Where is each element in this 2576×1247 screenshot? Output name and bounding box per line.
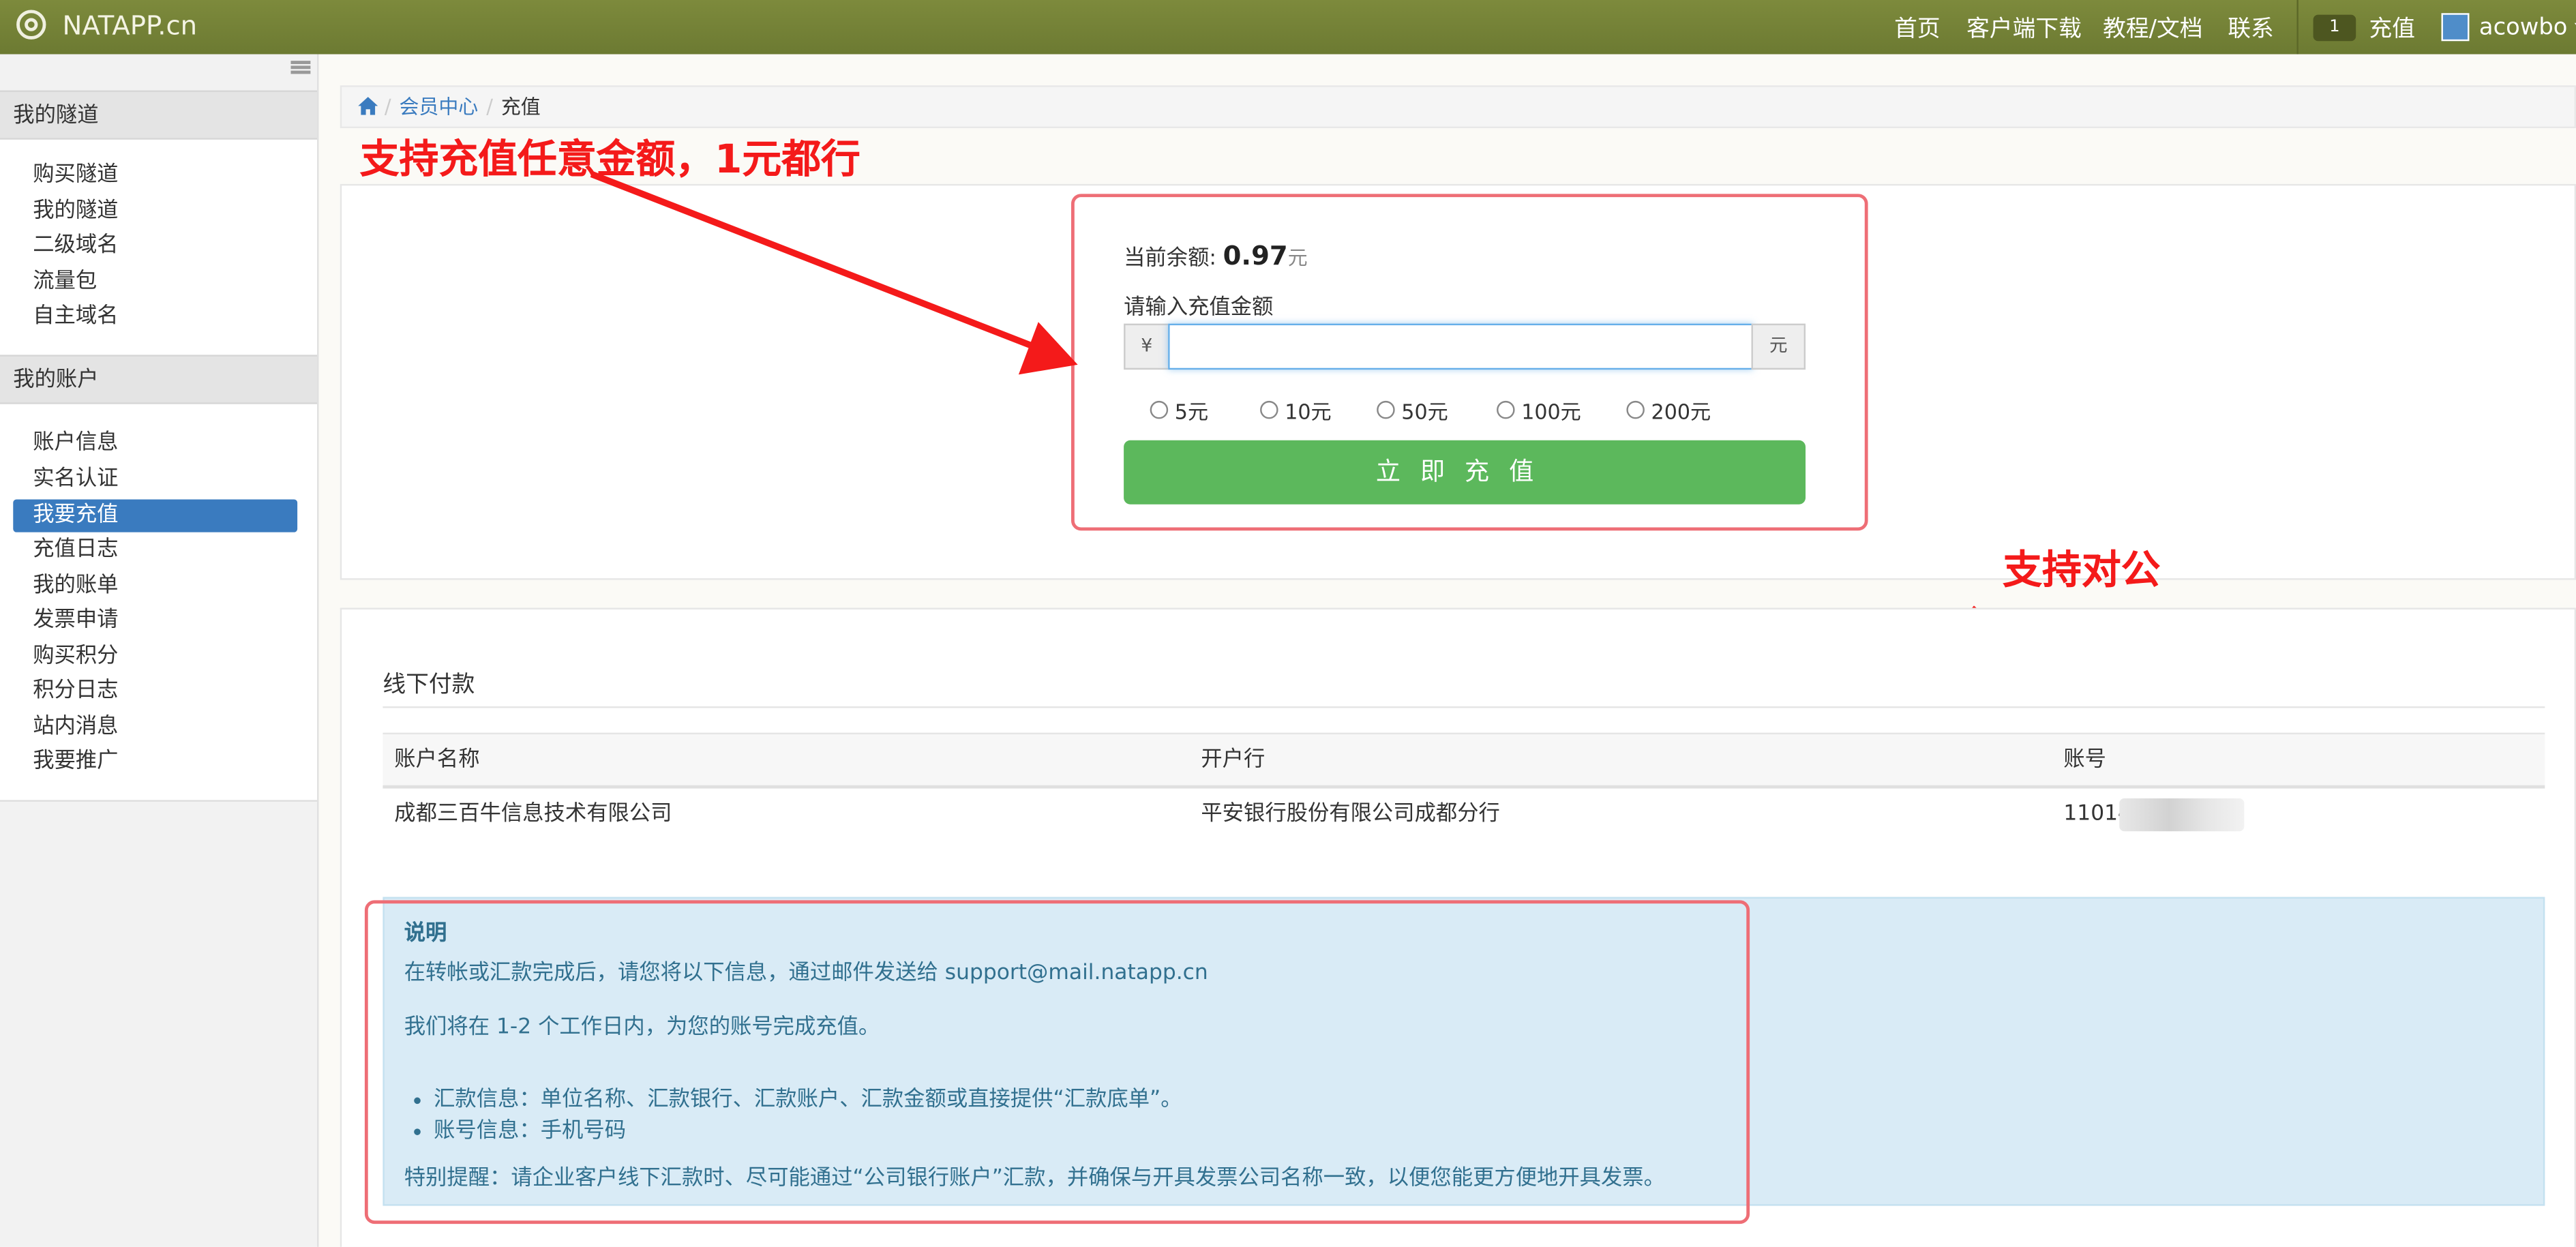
quick-amount-label: 5元 <box>1174 399 1209 424</box>
sidebar-item-buy-tunnel[interactable]: 购买隧道 <box>13 160 297 192</box>
sidebar-item-verification[interactable]: 实名认证 <box>13 463 297 496</box>
logo-icon <box>16 10 46 40</box>
radio-icon[interactable] <box>1150 400 1169 419</box>
nav-download[interactable]: 客户端下载 <box>1966 0 2082 55</box>
quick-amount-label: 50元 <box>1401 399 1448 424</box>
nav-download-label[interactable]: 客户端下载 <box>1966 11 2082 44</box>
sidebar-item-invoice[interactable]: 发票申请 <box>13 605 297 637</box>
nav-recharge[interactable]: 充值 <box>2369 11 2414 44</box>
amount-label: 请输入充值金额 <box>1124 295 1274 320</box>
sidebar-item-buy-points[interactable]: 购买积分 <box>13 641 297 674</box>
quick-amount-200[interactable]: 200元 <box>1626 394 1711 425</box>
quick-amount-label: 10元 <box>1285 399 1332 424</box>
brand-logo[interactable]: NATAPP.cn <box>16 7 197 43</box>
table-header: 账户名称 开户行 账号 <box>383 732 2545 789</box>
quick-amount-100[interactable]: 100元 <box>1497 394 1581 425</box>
nav-home-label[interactable]: 首页 <box>1894 11 1940 44</box>
highlight-box-corporate <box>364 900 1750 1225</box>
quick-amount-10[interactable]: 10元 <box>1260 394 1332 425</box>
annotation-any-amount: 支持充值任意金额，1元都行 <box>359 136 860 183</box>
offline-title: 线下付款 <box>383 672 475 699</box>
sidebar-group-tunnels: 购买隧道 我的隧道 二级域名 流量包 自主域名 <box>0 139 318 355</box>
bank-name: 平安银行股份有限公司成都分行 <box>1201 801 1500 826</box>
sidebar-group-title[interactable]: 我的账户 <box>0 355 318 404</box>
sidebar-item-my-tunnels[interactable]: 我的隧道 <box>13 196 297 228</box>
balance-label: 当前余额: <box>1124 246 1216 271</box>
radio-icon[interactable] <box>1626 400 1645 419</box>
balance-display: 当前余额: 0.97元 <box>1124 240 1308 271</box>
sidebar-item-promote[interactable]: 我要推广 <box>13 746 297 779</box>
top-navbar: NATAPP.cn 首页 客户端下载 教程/文档 联系 1 充值 acowbo <box>0 0 2576 55</box>
nav-docs-label[interactable]: 教程/文档 <box>2103 11 2202 44</box>
sidebar-item-account-info[interactable]: 账户信息 <box>13 427 297 460</box>
sidebar-item-recharge-log[interactable]: 充值日志 <box>13 534 297 567</box>
sidebar-toggle-icon[interactable] <box>290 61 311 74</box>
nav-messages[interactable]: 1 充值 <box>2313 0 2415 55</box>
annotation-corporate: 支持对公 <box>2003 547 2161 593</box>
nav-docs[interactable]: 教程/文档 <box>2103 0 2202 55</box>
crumb-separator: / <box>486 95 493 119</box>
balance-unit: 元 <box>1287 246 1308 270</box>
user-menu[interactable]: acowbo <box>2441 0 2576 55</box>
sidebar-item-subdomain[interactable]: 二级域名 <box>13 230 297 262</box>
radio-icon[interactable] <box>1377 400 1395 419</box>
user-icon <box>2441 13 2470 42</box>
redacted-account-blur <box>2119 798 2245 832</box>
username[interactable]: acowbo <box>2479 14 2568 40</box>
sidebar-item-recharge[interactable]: 我要充值 <box>13 499 298 532</box>
message-badge[interactable]: 1 <box>2313 14 2356 41</box>
sidebar-group-title[interactable]: 我的隧道 <box>0 90 318 140</box>
nav-divider <box>2296 0 2298 55</box>
home-icon[interactable] <box>358 97 378 115</box>
divider <box>383 706 2545 708</box>
sidebar-group-account: 账户信息 实名认证 我要充值 充值日志 我的账单 发票申请 购买积分 积分日志 … <box>0 404 318 802</box>
breadcrumb-parent[interactable]: 会员中心 <box>400 87 479 127</box>
brand-name: NATAPP.cn <box>62 9 198 41</box>
quick-amount-50[interactable]: 50元 <box>1377 394 1448 425</box>
nav-home[interactable]: 首页 <box>1894 0 1940 55</box>
currency-addon: ¥ <box>1124 323 1170 370</box>
crumb-separator: / <box>384 95 391 119</box>
radio-icon[interactable] <box>1497 400 1515 419</box>
sidebar-item-points-log[interactable]: 积分日志 <box>13 675 297 708</box>
recharge-submit-button[interactable]: 立即充值 <box>1124 440 1806 505</box>
sidebar-item-traffic[interactable]: 流量包 <box>13 266 297 299</box>
account-name: 成都三百牛信息技术有限公司 <box>394 801 672 826</box>
column-header: 账号 <box>2063 747 2107 772</box>
sidebar-item-custom-domain[interactable]: 自主域名 <box>13 301 297 333</box>
sidebar-item-messages[interactable]: 站内消息 <box>13 711 297 744</box>
unit-addon: 元 <box>1751 323 1806 370</box>
column-header: 账户名称 <box>394 747 480 772</box>
breadcrumb: / 会员中心 / 充值 <box>340 85 2576 128</box>
sidebar-item-bills[interactable]: 我的账单 <box>13 570 297 603</box>
nav-contact[interactable]: 联系 <box>2228 0 2273 55</box>
quick-amount-5[interactable]: 5元 <box>1150 394 1208 425</box>
amount-input[interactable] <box>1168 323 1753 370</box>
sidebar: 我的隧道 购买隧道 我的隧道 二级域名 流量包 自主域名 我的账户 账户信息 实… <box>0 54 319 1247</box>
nav-contact-label[interactable]: 联系 <box>2228 11 2273 44</box>
column-header: 开户行 <box>1201 747 1265 772</box>
amount-input-group: ¥ 元 <box>1124 323 1806 370</box>
balance-value: 0.97 <box>1223 239 1288 271</box>
quick-amount-label: 100元 <box>1521 399 1581 424</box>
radio-icon[interactable] <box>1260 400 1278 419</box>
breadcrumb-current: 充值 <box>500 95 541 119</box>
quick-amount-label: 200元 <box>1651 399 1711 424</box>
